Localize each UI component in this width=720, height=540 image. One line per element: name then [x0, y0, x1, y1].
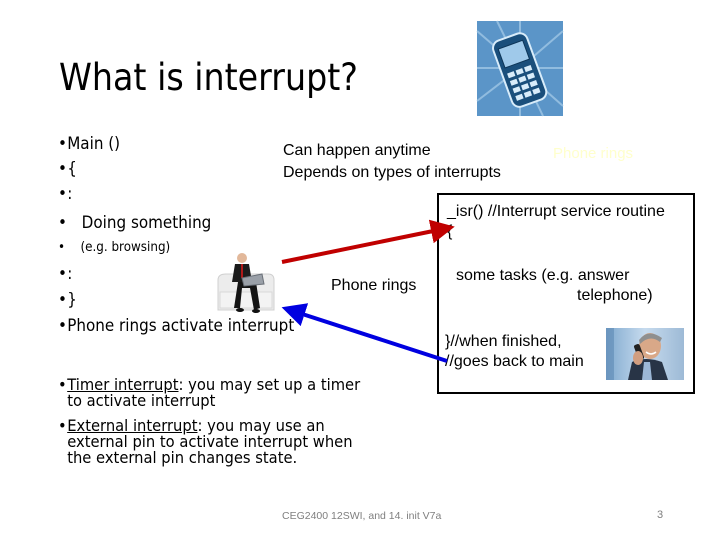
return-to-main-arrow: [281, 303, 448, 363]
bullet-dot: •: [58, 375, 67, 394]
bullet-dot: •: [58, 416, 67, 435]
call-isr-arrow: [281, 219, 455, 264]
page-number: 3: [657, 509, 664, 521]
footer-course: CEG2400 12SWI, and 14. init V7a: [282, 510, 442, 522]
